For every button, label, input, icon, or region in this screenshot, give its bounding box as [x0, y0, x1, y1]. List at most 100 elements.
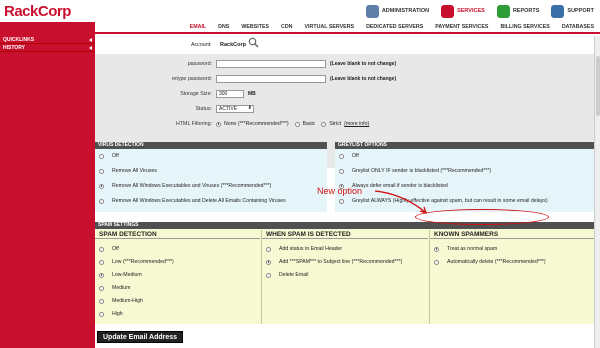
- when-spam-option-label: Add status to Email Header: [279, 246, 343, 252]
- when-spam-radio[interactable]: [266, 246, 271, 252]
- html-filter-row: HTML Filtering: None (***Recommended***)…: [95, 119, 594, 129]
- virus-option[interactable]: Remove All Windows Executables and Virus…: [99, 183, 271, 189]
- spam-detection-radio[interactable]: [99, 259, 104, 265]
- nav-payment-services[interactable]: PAYMENT SERVICES: [429, 22, 494, 32]
- when-spam-radio[interactable]: [266, 259, 271, 265]
- account-value: RackCorp: [220, 42, 246, 48]
- nav-websites[interactable]: WEBSITES: [235, 22, 275, 32]
- vertical-scrollbar[interactable]: [594, 36, 600, 348]
- storage-label: Storage Size:: [180, 91, 212, 97]
- spam-detection-option-label: High: [112, 311, 123, 317]
- spam-detection-option[interactable]: Medium-High: [99, 298, 143, 304]
- html-filter-basic-radio[interactable]: [294, 121, 300, 127]
- when-spam-title: WHEN SPAM IS DETECTED: [262, 230, 428, 239]
- virus-option[interactable]: Off: [99, 153, 119, 159]
- more-info-link[interactable]: (more info): [344, 121, 369, 127]
- greylist-radio[interactable]: [339, 198, 344, 204]
- status-row: Status: ACTIVE ⬍: [95, 104, 594, 114]
- virus-detection-panel: VIRUS DETECTION Off Remove All Viruses R…: [95, 142, 327, 212]
- spam-detection-radio[interactable]: [99, 285, 104, 291]
- spam-detection-option[interactable]: Low (***Recommended***): [99, 259, 174, 265]
- known-spammers-option-label: Treat as normal spam: [447, 246, 498, 252]
- new-option-annotation: New option: [317, 186, 363, 196]
- spam-detection-option-label: Low-Medium: [112, 272, 142, 278]
- when-spam-option[interactable]: Add ***SPAM*** to Subject line (***Recom…: [266, 259, 402, 265]
- spam-detection-radio[interactable]: [99, 246, 104, 252]
- greylist-option[interactable]: Greylist ALWAYS (Highly effective agains…: [339, 198, 548, 204]
- when-spam-option[interactable]: Add status to Email Header: [266, 246, 342, 252]
- virus-option[interactable]: Remove All Viruses: [99, 168, 157, 174]
- virus-option-label: Remove All Windows Executables and Virus…: [112, 183, 272, 189]
- virus-option-label: Off: [112, 153, 119, 159]
- virus-radio[interactable]: [99, 168, 104, 174]
- spam-detection-option[interactable]: High: [99, 311, 123, 317]
- collapse-arrow-icon: [89, 37, 92, 42]
- greylist-radio[interactable]: [339, 168, 344, 174]
- nav-cdn[interactable]: CDN: [275, 22, 298, 32]
- nav-email[interactable]: EMAIL: [184, 22, 212, 32]
- status-select[interactable]: ACTIVE ⬍: [216, 105, 254, 113]
- greylist-option-label: Greylist ONLY IF sender is blacklisted (…: [352, 168, 492, 174]
- nav-billing-services[interactable]: BILLING SERVICES: [494, 22, 555, 32]
- annotation-highlight-ellipse: [415, 209, 549, 225]
- known-spammers-radio[interactable]: [434, 259, 439, 265]
- update-email-button[interactable]: Update Email Address: [97, 331, 184, 343]
- admin-icon: [365, 4, 379, 18]
- storage-input[interactable]: 300: [216, 90, 244, 98]
- known-spammers-option[interactable]: Treat as normal spam: [434, 246, 497, 252]
- top-link-label: ADMINISTRATION: [381, 8, 430, 14]
- known-spammers-title: KNOWN SPAMMERS: [430, 230, 594, 239]
- retype-row: retype password: (Leave blank to not cha…: [95, 74, 594, 84]
- when-spam-radio[interactable]: [266, 272, 271, 278]
- nav-dedicated-servers[interactable]: DEDICATED SERVERS: [360, 22, 429, 32]
- header: RackCorp ADMINISTRATION SERVICES REPORTS…: [0, 0, 600, 22]
- nav-dns[interactable]: DNS: [212, 22, 235, 32]
- html-filter-none-radio[interactable]: [216, 121, 221, 127]
- spam-detection-option[interactable]: Low-Medium: [99, 272, 142, 278]
- greylist-option[interactable]: Off: [339, 153, 359, 159]
- when-spam-option[interactable]: Delete Email: [266, 272, 308, 278]
- virus-radio[interactable]: [99, 183, 104, 189]
- retype-password-input[interactable]: [216, 75, 326, 83]
- nav-virtual-servers[interactable]: VIRTUAL SERVERS: [299, 22, 361, 32]
- spam-detection-option[interactable]: Off: [99, 246, 119, 252]
- top-links: ADMINISTRATION SERVICES REPORTS SUPPORT: [360, 2, 600, 20]
- html-filter-none-label: None (***Recommended***): [224, 121, 289, 127]
- scrollbar-thumb[interactable]: [596, 56, 600, 116]
- spam-detection-radio[interactable]: [99, 311, 104, 317]
- rackcorp-logo[interactable]: RackCorp: [4, 3, 71, 20]
- html-filter-basic-label: Basic: [302, 121, 316, 127]
- spam-detection-option[interactable]: Medium: [99, 285, 130, 291]
- top-link-administration[interactable]: ADMINISTRATION: [360, 2, 435, 20]
- top-link-services[interactable]: SERVICES: [435, 2, 491, 20]
- status-value: ACTIVE: [219, 106, 238, 112]
- virus-radio[interactable]: [99, 198, 104, 204]
- spam-detection-option-label: Medium: [112, 285, 131, 291]
- nav-databases[interactable]: DATABASES: [556, 22, 600, 32]
- spam-detection-column: SPAM DETECTION Off Low (***Recommended**…: [95, 230, 260, 324]
- top-link-support[interactable]: SUPPORT: [545, 2, 600, 20]
- select-arrows-icon: ⬍: [247, 105, 252, 111]
- top-link-label: SERVICES: [457, 8, 485, 14]
- spam-detection-radio[interactable]: [99, 298, 104, 304]
- top-link-reports[interactable]: REPORTS: [491, 2, 546, 20]
- known-spammers-option[interactable]: Automatically delete (***Recommended***): [434, 259, 546, 265]
- virus-radio[interactable]: [99, 153, 104, 159]
- password-input[interactable]: [216, 60, 326, 68]
- greylist-radio[interactable]: [339, 153, 344, 159]
- magnifier-icon[interactable]: [248, 37, 259, 48]
- greylist-option-label: Off: [352, 153, 359, 159]
- html-filter-strict-radio[interactable]: [321, 121, 327, 127]
- when-spam-option-label: Delete Email: [279, 272, 309, 278]
- when-spam-column: WHEN SPAM IS DETECTED Add status to Emai…: [262, 230, 428, 324]
- known-spammers-radio[interactable]: [434, 246, 439, 252]
- main-content: Account: RackCorp password: (Leave blank…: [95, 36, 594, 348]
- sidebar-item-quicklinks[interactable]: QUICKLINKS: [0, 36, 95, 44]
- known-spammers-option-label: Automatically delete (***Recommended***): [447, 259, 546, 265]
- spam-detection-option-label: Off: [112, 246, 119, 252]
- spam-detection-radio[interactable]: [99, 272, 104, 278]
- retype-label: retype password:: [171, 76, 212, 82]
- greylist-option[interactable]: Greylist ONLY IF sender is blacklisted (…: [339, 168, 491, 174]
- sidebar-item-history[interactable]: HISTORY: [0, 44, 95, 52]
- virus-option[interactable]: Remove All Windows Executables and Delet…: [99, 198, 286, 204]
